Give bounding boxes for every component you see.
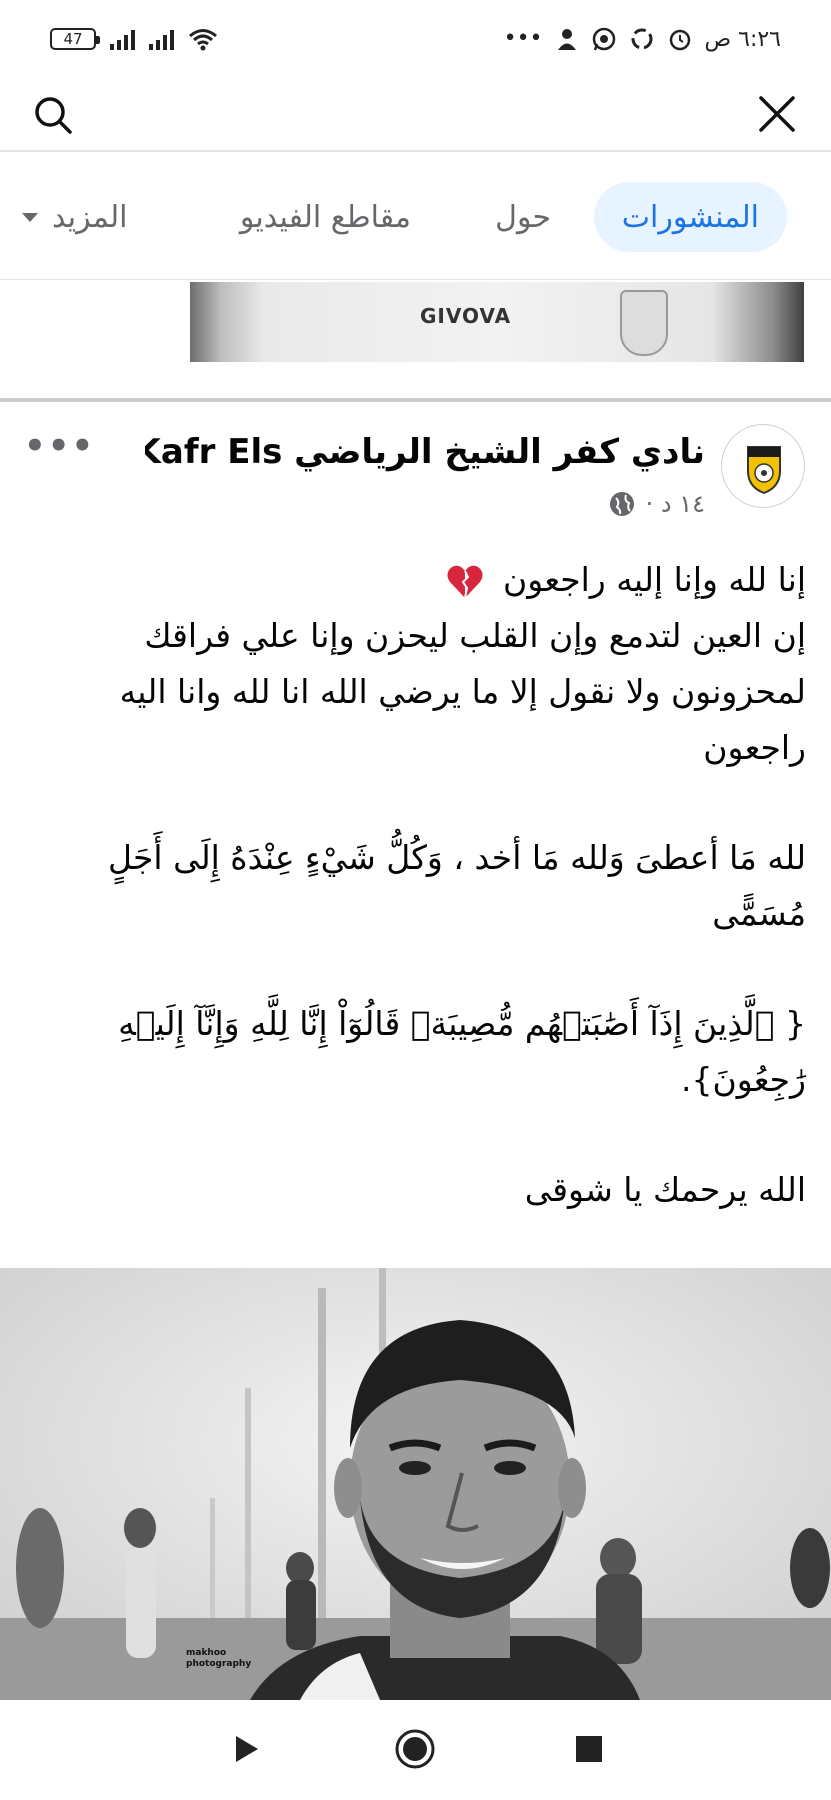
tab-videos[interactable]: مقاطع الفيديو (240, 182, 411, 252)
more-dots-icon: ••• (503, 26, 543, 51)
post-text: إنا لله وإنا إليه راجعون إن العين لتدمع … (30, 552, 806, 1218)
battery-level: 47 (63, 30, 83, 48)
post-paragraph-4: الله يرحمك يا شوقى (524, 1170, 806, 1209)
post-line-1: إنا لله وإنا إليه راجعون (503, 560, 806, 599)
post-line-2: إن العين لتدمع وإن القلب ليحزن وإنا علي … (119, 616, 806, 767)
system-nav-bar (0, 1700, 831, 1800)
status-right: ••• ٦:٢٦ ص (504, 26, 781, 52)
caret-down-icon (22, 212, 38, 222)
club-crest-icon (620, 290, 668, 356)
person-icon (557, 29, 576, 50)
previous-post-image[interactable]: GIVOVA (190, 282, 804, 362)
post-paragraph-2: لله مَا أعطىَ وَلله مَا أخد ، وَكُلُّ شَ… (108, 838, 806, 933)
signal-icon (149, 28, 174, 50)
status-time: ٦:٢٦ ص (704, 26, 781, 52)
page-name[interactable]: نادي كفر الشيخ الرياضي Kafr Els... (145, 432, 705, 472)
facebook-page-screen: 47 ••• ٦:٢٦ ص المنشورات حول مقاطع الفيدي… (0, 0, 831, 1800)
tab-about[interactable]: حول (495, 182, 551, 252)
post-divider (0, 398, 831, 402)
search-icon[interactable] (30, 92, 76, 138)
alarm-icon (669, 29, 690, 51)
post-options-button[interactable]: ••• (24, 426, 95, 466)
photo-watermark: makhoo photography (186, 1648, 252, 1669)
status-bar: 47 ••• ٦:٢٦ ص (0, 0, 831, 78)
jersey-brand-text: GIVOVA (420, 304, 512, 328)
broken-heart-icon (446, 565, 483, 598)
tab-more[interactable]: المزيد (22, 182, 127, 252)
signal-icon (110, 28, 135, 50)
status-left: 47 (50, 27, 218, 51)
back-icon[interactable] (228, 1732, 262, 1766)
battery-icon: 47 (50, 28, 100, 50)
sync-icon (631, 28, 653, 50)
top-bar (0, 78, 831, 152)
whatsapp-icon (592, 27, 615, 51)
tab-more-label: المزيد (52, 199, 128, 235)
club-logo-icon (747, 446, 781, 495)
memorial-portrait-image (0, 1268, 831, 1700)
globe-icon (609, 492, 634, 516)
post-photo[interactable]: makhoo photography (0, 1268, 831, 1700)
post-paragraph-3: { ٱلَّذِينَ إِذَآ أَصَٰبَتۡهُم مُّصِيبَة… (118, 1004, 806, 1099)
wifi-icon (189, 29, 217, 51)
recents-icon[interactable] (572, 1732, 606, 1766)
close-icon[interactable] (753, 90, 801, 138)
post-paragraph-1: إنا لله وإنا إليه راجعون إن العين لتدمع … (30, 552, 806, 776)
profile-tabs: المنشورات حول مقاطع الفيديو المزيد (0, 152, 831, 280)
post-time[interactable]: ١٤ د · (646, 490, 705, 518)
post-meta: ١٤ د · (608, 490, 705, 518)
tab-posts[interactable]: المنشورات (593, 182, 787, 252)
home-icon[interactable] (394, 1728, 436, 1770)
page-avatar[interactable] (721, 424, 805, 508)
